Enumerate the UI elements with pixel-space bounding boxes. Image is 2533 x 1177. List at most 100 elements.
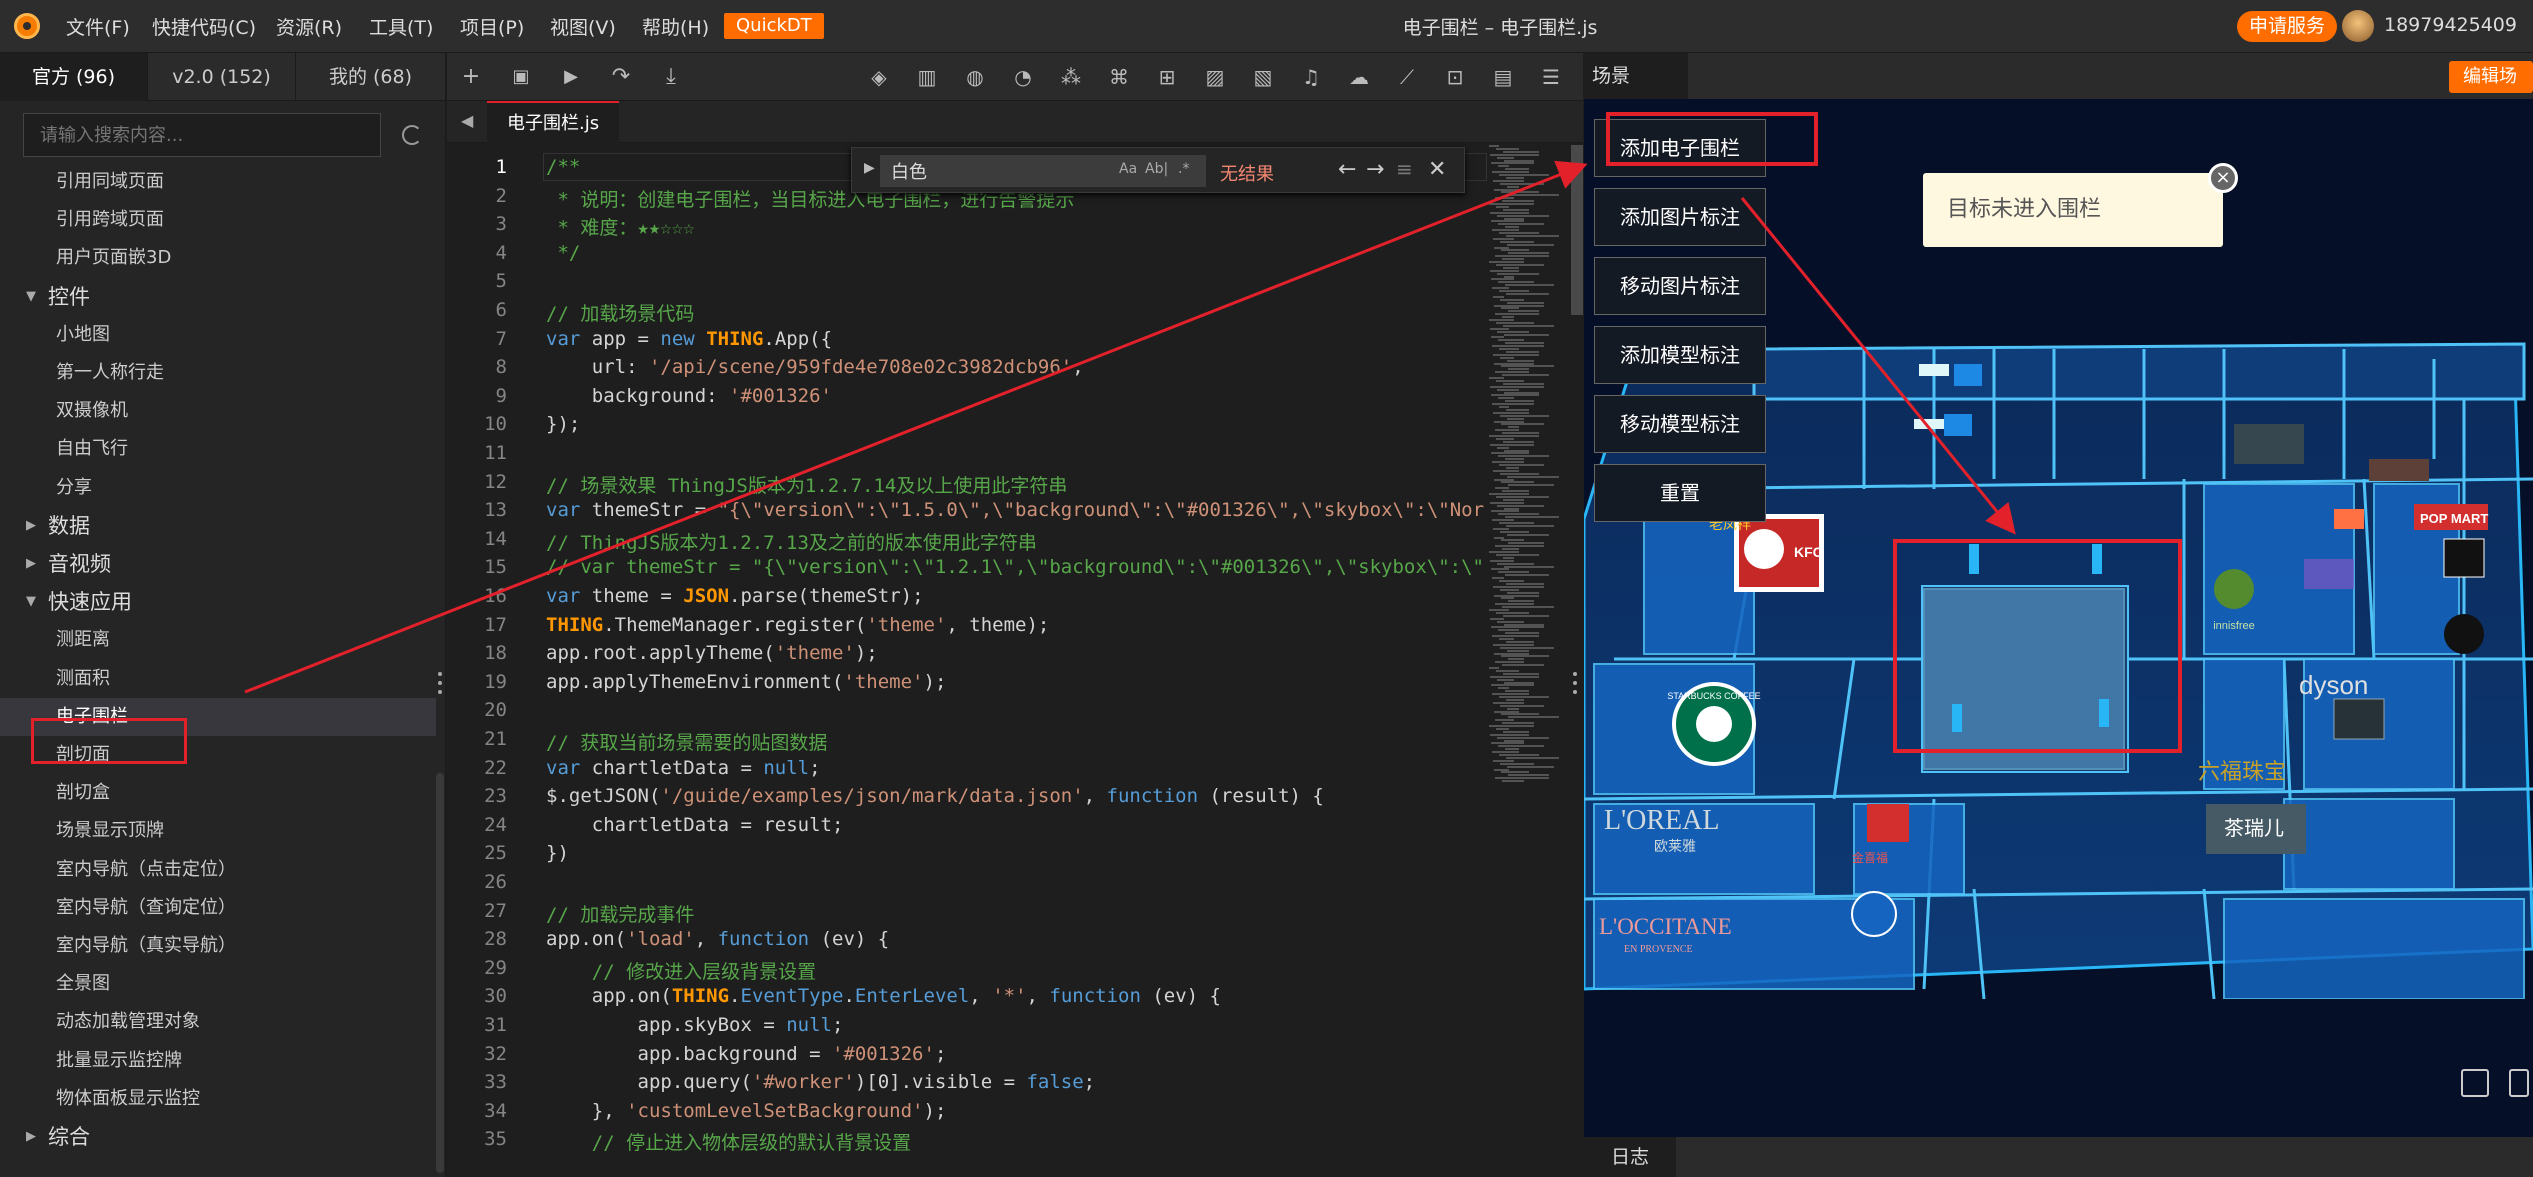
tree-category[interactable]: ▼ 控件 [0,278,436,316]
code-line[interactable]: // ThingJS版本为1.2.7.13及之前的版本使用此字符串 [546,528,1037,555]
globe-icon[interactable]: ◍ [961,63,989,91]
menu-file[interactable]: 文件(F) [66,13,130,40]
menu-help[interactable]: 帮助(H) [642,13,709,40]
run-icon[interactable]: ▶ [557,63,585,91]
code-line[interactable]: $.getJSON('/guide/examples/json/mark/dat… [546,785,1324,807]
layout-icon[interactable]: ⊞ [1153,63,1181,91]
menu-snippets[interactable]: 快捷代码(C) [152,13,256,40]
menu-view[interactable]: 视图(V) [550,13,616,40]
image-icon[interactable]: ▨ [1201,63,1229,91]
code-line[interactable]: // 修改进入层级背景设置 [546,957,816,984]
open-external-icon[interactable] [2461,1069,2489,1097]
code-line[interactable]: background: '#001326' [546,385,832,407]
save-icon[interactable]: ▣ [507,63,535,91]
tab-log[interactable]: 日志 [1584,1137,1676,1177]
code-line[interactable]: chartletData = result; [546,814,844,836]
move-model-marker-button[interactable]: 移动模型标注 [1594,395,1766,453]
editor-scrollbar[interactable] [1571,145,1583,315]
tree-item[interactable]: 全景图 [0,965,436,1003]
building-icon[interactable]: ▥ [913,63,941,91]
add-icon[interactable]: + [457,63,485,91]
find-in-selection-icon[interactable]: ≡ [1396,157,1413,181]
tree-item[interactable]: 小地图 [0,316,436,354]
tree-item[interactable]: 室内导航（真实导航） [0,927,436,965]
settings-sliders-icon[interactable]: ☰ [1537,63,1565,91]
code-line[interactable]: THING.ThemeManager.register('theme', the… [546,614,1049,636]
tree-item[interactable]: 场景显示顶牌 [0,812,436,850]
add-image-marker-button[interactable]: 添加图片标注 [1594,188,1766,246]
code-area[interactable]: 1/** 2 * 说明：创建电子围栏，当目标进入电子围栏，进行告警提示 3 * 难度… [447,153,1487,1177]
whole-word-toggle[interactable]: Ab| [1145,161,1168,177]
search-input[interactable] [23,113,381,157]
code-line[interactable]: app.background = '#001326'; [546,1043,947,1065]
tab-file-js[interactable]: 电子围栏.js [487,101,620,143]
code-line[interactable]: }); [546,413,580,435]
code-line[interactable]: app.skyBox = null; [546,1014,844,1036]
collapse-left-icon[interactable]: ◀ [461,111,473,130]
regex-toggle[interactable]: .* [1178,161,1189,177]
document-icon[interactable]: ▤ [1489,63,1517,91]
code-line[interactable]: }) [546,842,569,864]
tree-item[interactable]: 室内导航（点击定位） [0,851,436,889]
avatar[interactable] [2342,10,2374,42]
tree-item[interactable]: 第一人称行走 [0,354,436,392]
code-line[interactable]: app.applyThemeEnvironment('theme'); [546,671,946,693]
tree-item[interactable]: 动态加载管理对象 [0,1003,436,1041]
code-line[interactable]: app.on('load', function (ev) { [546,928,889,950]
add-model-marker-button[interactable]: 添加模型标注 [1594,326,1766,384]
close-find-icon[interactable]: ✕ [1428,157,1446,182]
close-tooltip-icon[interactable]: × [2208,163,2238,193]
tree-item[interactable]: 室内导航（查询定位） [0,889,436,927]
tree-category[interactable]: ▼ 快速应用 [0,583,436,621]
code-line[interactable]: * 难度：★★☆☆☆ [546,213,694,240]
edit-scene-button[interactable]: 编辑场景 [2449,61,2533,119]
code-line[interactable]: var theme = JSON.parse(themeStr); [546,585,924,607]
code-line[interactable]: // 加载完成事件 [546,900,694,927]
scene-viewport[interactable]: KFC STARBUCKS COFFEE L'OREAL 欧莱雅 L'OCCIT… [1584,99,2533,1137]
find-expand-icon[interactable]: ▶ [864,160,875,176]
tree-category[interactable]: ▶ 综合 [0,1118,436,1156]
code-line[interactable]: // 获取当前场景需要的贴图数据 [546,728,827,755]
editor-resize-handle[interactable] [1573,672,1577,694]
menu-resources[interactable]: 资源(R) [276,13,342,40]
music-icon[interactable]: ♫ [1297,63,1325,91]
fullscreen-icon[interactable] [2509,1069,2529,1097]
menu-project[interactable]: 项目(P) [460,13,524,40]
tree-item[interactable]: 剖切盒 [0,774,436,812]
code-line[interactable]: /** [546,156,580,178]
tab-mine[interactable]: 我的 (68) [296,53,446,101]
find-prev-icon[interactable]: ← [1338,157,1356,182]
caret-down-icon[interactable]: ▼ [26,278,36,316]
tree-item[interactable]: 用户页面嵌3D [0,239,436,277]
code-line[interactable]: var chartletData = null; [546,757,821,779]
caret-down-icon[interactable]: ▼ [26,583,36,621]
share-icon[interactable]: ↷ [607,63,635,91]
tab-official[interactable]: 官方 (96) [0,53,148,101]
cube-icon[interactable]: ◈ [865,63,893,91]
user-phone[interactable]: 18979425409 [2384,14,2517,36]
picture-icon[interactable]: ▧ [1249,63,1277,91]
caret-right-icon[interactable]: ▶ [26,507,36,545]
find-next-icon[interactable]: → [1366,157,1384,182]
tree-item[interactable]: 测距离 [0,621,436,659]
tab-v2[interactable]: v2.0 (152) [148,53,296,101]
code-line[interactable]: app.root.applyTheme('theme'); [546,642,878,664]
code-line[interactable]: app.query('#worker')[0].visible = false; [546,1071,1096,1093]
tree-item[interactable]: 双摄像机 [0,392,436,430]
code-line[interactable]: }, 'customLevelSetBackground'); [546,1100,947,1122]
code-line[interactable]: var themeStr = "{\"version\":\"1.5.0\",\… [546,499,1484,521]
code-line[interactable]: app.on(THING.EventType.EnterLevel, '*', … [546,985,1221,1007]
tree-item[interactable]: 测面积 [0,660,436,698]
tree-item[interactable]: 物体面板显示监控 [0,1080,436,1118]
add-fence-button[interactable]: 添加电子围栏 [1594,119,1766,177]
code-line[interactable]: */ [546,242,580,264]
tree-item[interactable]: 自由飞行 [0,430,436,468]
code-line[interactable]: // 加载场景代码 [546,299,694,326]
code-line[interactable]: // 停止进入物体层级的默认背景设置 [546,1128,911,1155]
code-line[interactable]: // 场景效果 ThingJS版本为1.2.7.14及以上使用此字符串 [546,471,1067,498]
sidebar-resize-handle[interactable] [438,672,442,694]
quickdt-button[interactable]: QuickDT [724,13,824,39]
sidebar-scrollbar[interactable] [436,773,444,1173]
tab-scene[interactable]: 场景 [1584,53,1688,99]
download-icon[interactable]: ⤓ [657,63,685,91]
